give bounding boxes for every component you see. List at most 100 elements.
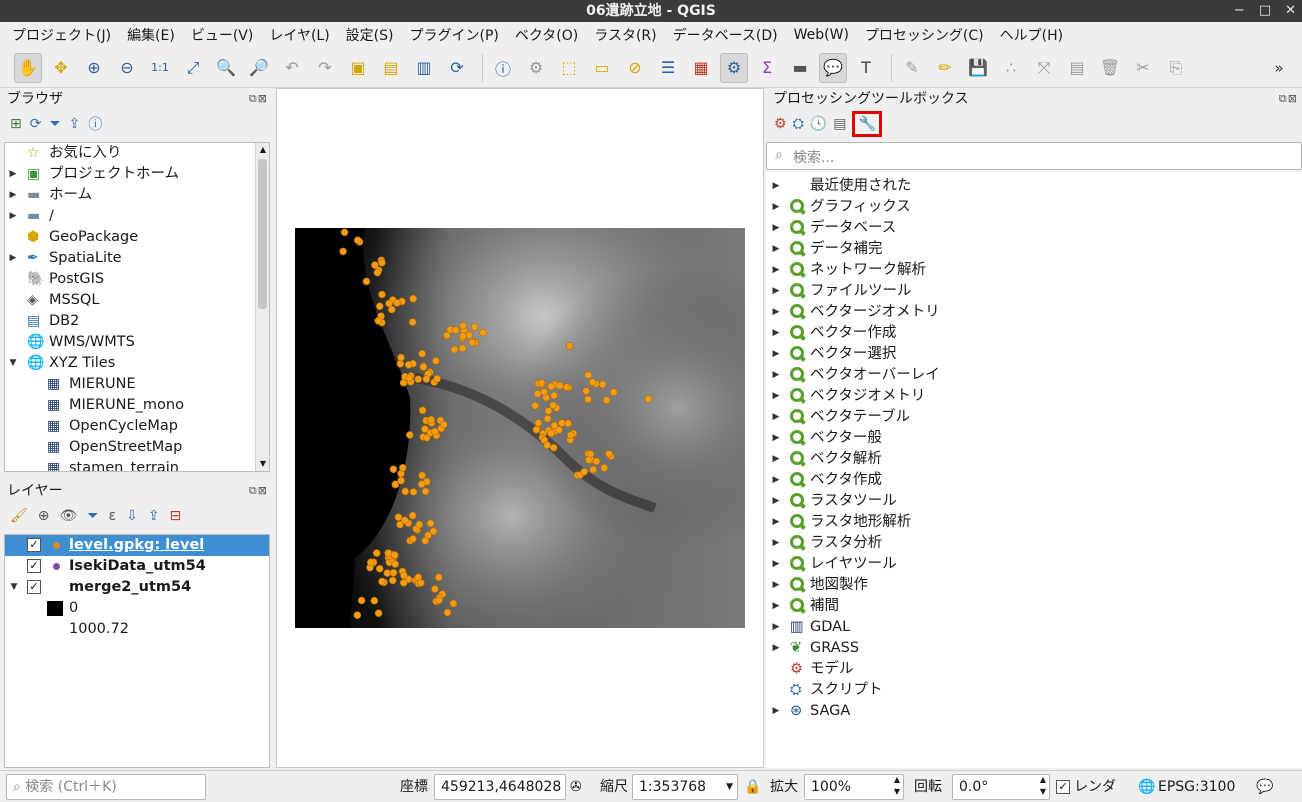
style-manager-icon[interactable]: 🖌 — [10, 508, 28, 524]
menu-vector[interactable]: ベクタ(O) — [507, 25, 586, 45]
browser-item[interactable]: ▦ MIERUNE — [5, 374, 255, 395]
expand-arrow-icon[interactable]: ▶ — [770, 407, 782, 428]
expand-arrow-icon[interactable]: ▶ — [770, 365, 782, 386]
expand-arrow-icon[interactable]: ▶ — [770, 554, 782, 575]
browser-item[interactable]: ▦ OpenCycleMap — [5, 416, 255, 437]
expand-arrow-icon[interactable]: ▶ — [770, 701, 782, 722]
browser-item[interactable]: ▶ ▬ ホーム — [5, 185, 255, 206]
bookmark-icon[interactable]: ▥ — [410, 53, 438, 83]
zoom-out-icon[interactable]: ⊖ — [113, 53, 141, 83]
menu-web[interactable]: Web(W) — [786, 27, 857, 43]
pan-to-selection-icon[interactable]: ✥ — [47, 53, 75, 83]
identify-icon[interactable]: ⓘ — [489, 53, 517, 83]
processing-provider-item[interactable]: ⚙ モデル — [766, 659, 1296, 680]
remove-layer-icon[interactable]: ⊟ — [170, 508, 182, 524]
manage-visibility-icon[interactable]: 👁 — [60, 508, 78, 524]
layer-visibility-checkbox[interactable]: ✓ — [27, 580, 41, 594]
expand-arrow-icon[interactable]: ▶ — [770, 617, 782, 638]
chevron-down-icon[interactable]: ▼ — [726, 775, 733, 799]
layer-visibility-checkbox[interactable]: ✓ — [27, 538, 41, 552]
collapse-all-icon[interactable]: ⇪ — [69, 116, 81, 132]
browser-item[interactable]: ▶ ✒ SpatiaLite — [5, 248, 255, 269]
modify-attributes-icon[interactable]: ▤ — [1063, 53, 1091, 83]
field-calculator-icon[interactable]: ▦ — [687, 53, 715, 83]
close-button[interactable]: ✕ — [1285, 0, 1296, 22]
browser-item[interactable]: ▶ ▬ / — [5, 206, 255, 227]
processing-provider-item[interactable]: ▶ ベクター選択 — [766, 344, 1296, 365]
zoom-selection-icon[interactable]: 🔍 — [212, 53, 240, 83]
collapse-arrow-icon[interactable]: ▼ — [8, 577, 20, 598]
statistics-sigma-icon[interactable]: Σ — [753, 53, 781, 83]
info-icon[interactable]: ⓘ — [88, 114, 102, 134]
expand-arrow-icon[interactable]: ▶ — [770, 260, 782, 281]
lock-scale-icon[interactable]: 🔒 — [744, 774, 761, 800]
render-checkbox[interactable]: ✓ — [1056, 780, 1070, 794]
processing-provider-item[interactable]: ▶ ❦ GRASS — [766, 638, 1296, 659]
messages-icon[interactable]: 💬 — [1256, 774, 1273, 800]
processing-provider-item[interactable]: ▶ レイヤツール — [766, 554, 1296, 575]
expand-arrow-icon[interactable]: ▶ — [7, 185, 19, 206]
processing-provider-item[interactable]: ▶ 地図製作 — [766, 575, 1296, 596]
map-tips-icon[interactable]: 💬 — [819, 52, 847, 83]
rotation-spinbox[interactable]: 0.0° ▲ ▼ — [952, 774, 1050, 800]
map-raster-view[interactable] — [295, 228, 745, 628]
measure-icon[interactable]: ▬ — [786, 53, 814, 83]
menu-raster[interactable]: ラスタ(R) — [586, 25, 664, 45]
deselect-icon[interactable]: ⊘ — [621, 53, 649, 83]
browser-item[interactable]: ▶ ▣ プロジェクトホーム — [5, 164, 255, 185]
expand-arrow-icon[interactable]: ▶ — [770, 281, 782, 302]
spatial-bookmark-new-icon[interactable]: ▣ — [344, 53, 372, 83]
processing-provider-item[interactable]: ▶ データ補完 — [766, 239, 1296, 260]
digitize-icon[interactable]: ✎ — [898, 53, 926, 83]
layer-visibility-checkbox[interactable]: ✓ — [27, 559, 41, 573]
browser-item[interactable]: 🌐 WMS/WMTS — [5, 332, 255, 353]
processing-provider-item[interactable]: ▶ ファイルツール — [766, 281, 1296, 302]
maximize-button[interactable]: □ — [1259, 0, 1271, 22]
expand-arrow-icon[interactable]: ▶ — [770, 596, 782, 617]
delete-selected-icon[interactable]: 🗑 — [1096, 53, 1124, 83]
menu-edit[interactable]: 編集(E) — [119, 25, 183, 45]
expand-arrow-icon[interactable]: ▶ — [770, 197, 782, 218]
processing-provider-item[interactable]: ▶ ⊛ SAGA — [766, 701, 1296, 722]
panel-float-close-icon[interactable]: ⧉⊠ — [1279, 88, 1298, 110]
run-action-icon[interactable]: ⚙ — [522, 53, 550, 83]
vertex-tool-icon[interactable]: ⤧ — [1030, 53, 1058, 83]
expand-arrow-icon[interactable]: ▶ — [7, 248, 19, 269]
layer-row-level[interactable]: ✓ level.gpkg: level — [5, 535, 269, 556]
magnifier-spinbox[interactable]: 100% ▲ ▼ — [804, 774, 904, 800]
processing-provider-item[interactable]: ▶ ベクタオーバーレイ — [766, 365, 1296, 386]
expand-arrow-icon[interactable]: ▶ — [770, 575, 782, 596]
toolbar-overflow-icon[interactable]: » — [1265, 53, 1293, 83]
processing-provider-item[interactable]: ▶ グラフィックス — [766, 197, 1296, 218]
collapse-all-icon[interactable]: ⇪ — [148, 508, 160, 524]
browser-item[interactable]: ▼ 🌐 XYZ Tiles — [5, 353, 255, 374]
menu-processing[interactable]: プロセッシング(C) — [857, 25, 992, 45]
coordinate-field[interactable]: 459213,4648028 — [434, 774, 566, 800]
processing-provider-item[interactable]: ▶ ネットワーク解析 — [766, 260, 1296, 281]
refresh-icon[interactable]: ⟳ — [30, 116, 42, 132]
processing-provider-item[interactable]: ▶ ラスタ地形解析 — [766, 512, 1296, 533]
expand-arrow-icon[interactable]: ▶ — [770, 239, 782, 260]
menu-layer[interactable]: レイヤ(L) — [261, 25, 337, 45]
panel-float-close-icon[interactable]: ⧉⊠ — [249, 480, 268, 502]
menu-database[interactable]: データベース(D) — [665, 25, 786, 45]
text-annotation-icon[interactable]: T — [852, 53, 880, 83]
processing-provider-item[interactable]: ▶ ベクタジオメトリ — [766, 386, 1296, 407]
filter-icon[interactable]: ⏷ — [49, 116, 60, 132]
save-edits-icon[interactable]: 💾 — [964, 53, 992, 83]
processing-provider-item[interactable]: ▶ ラスタツール — [766, 491, 1296, 512]
processing-search-box[interactable]: ⌕ 検索... — [766, 142, 1302, 170]
menu-plugins[interactable]: プラグイン(P) — [401, 25, 506, 45]
expand-arrow-icon[interactable]: ▶ — [770, 302, 782, 323]
mouse-coords-toggle-icon[interactable]: ✇ — [570, 774, 582, 800]
layer-row-iseki[interactable]: ✓ IsekiData_utm54 — [5, 556, 269, 577]
scroll-up-icon[interactable]: ▲ — [256, 143, 269, 157]
browser-item[interactable]: ▦ OpenStreetMap — [5, 437, 255, 458]
add-group-icon[interactable]: ⊕ — [38, 508, 50, 524]
crs-globe-icon[interactable]: 🌐 — [1138, 774, 1155, 800]
collapse-arrow-icon[interactable]: ▼ — [7, 353, 19, 374]
processing-provider-item[interactable]: ▶ ベクター般 — [766, 428, 1296, 449]
menu-project[interactable]: プロジェクト(J) — [4, 25, 119, 45]
zoom-native-icon[interactable]: 1:1 — [146, 53, 174, 83]
zoom-layer-icon[interactable]: 🔎 — [245, 53, 273, 83]
